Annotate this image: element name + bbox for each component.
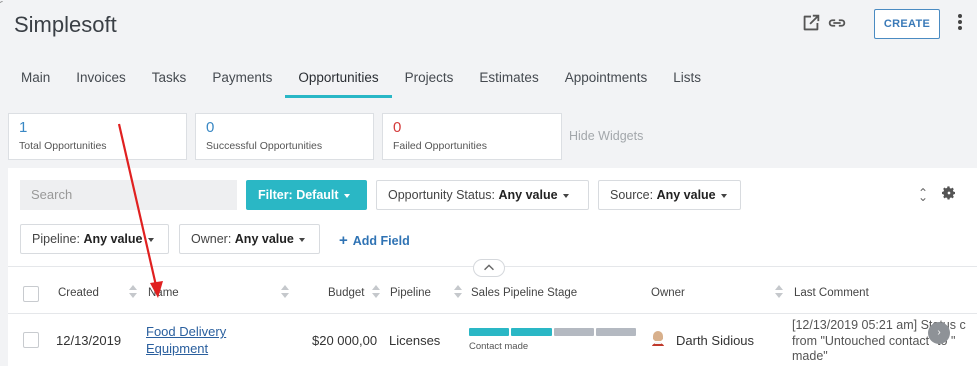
column-owner[interactable]: Owner <box>651 287 685 299</box>
sort-icon[interactable] <box>129 285 137 299</box>
opportunity-name-line1: Food Delivery <box>146 324 227 339</box>
page-header: ◜ Simplesoft CREATE Main Invoices Tasks … <box>0 0 977 118</box>
stage-segment[interactable] <box>553 328 594 336</box>
chevron-down-icon <box>298 237 305 242</box>
column-created[interactable]: Created <box>58 287 99 299</box>
widget-successful-value: 0 <box>206 119 215 136</box>
tab-main[interactable]: Main <box>8 66 63 98</box>
tab-tasks[interactable]: Tasks <box>139 66 200 98</box>
cell-budget: $20 000,00 <box>312 333 378 348</box>
widget-successful-opportunities[interactable]: 0 Successful Opportunities <box>195 113 374 160</box>
column-budget[interactable]: Budget <box>328 287 364 299</box>
column-pipeline[interactable]: Pipeline <box>390 287 431 299</box>
column-name[interactable]: Name <box>148 287 179 299</box>
stage-segment[interactable] <box>511 328 552 336</box>
pipeline-stage-bar[interactable] <box>469 328 636 336</box>
more-vert-icon[interactable] <box>955 14 965 34</box>
tab-opportunities[interactable]: Opportunities <box>285 66 392 98</box>
filter-button-label: Filter: Default <box>258 188 339 202</box>
owner-dropdown[interactable]: Owner: Any value <box>179 224 320 254</box>
column-sales-pipeline-stage[interactable]: Sales Pipeline Stage <box>471 287 577 299</box>
widget-total-value: 1 <box>19 119 28 136</box>
stage-segment[interactable] <box>469 328 510 336</box>
source-filter-value: Any value <box>656 188 716 202</box>
table-header: Created Name Budget Pipeline Sales Pipel… <box>8 276 977 314</box>
create-button[interactable]: CREATE <box>874 9 940 39</box>
cell-pipeline: Licenses <box>389 333 441 348</box>
tab-invoices[interactable]: Invoices <box>63 66 139 98</box>
owner-filter-label: Owner: <box>191 232 232 246</box>
avatar <box>652 331 664 346</box>
filter-default-button[interactable]: Filter: Default <box>246 180 367 210</box>
widget-successful-label: Successful Opportunities <box>206 140 323 152</box>
corner-icon: ◜ <box>0 0 3 12</box>
widget-failed-label: Failed Opportunities <box>393 140 487 152</box>
tab-estimates[interactable]: Estimates <box>466 66 551 98</box>
sort-icon[interactable] <box>372 285 380 299</box>
sort-icon[interactable] <box>454 285 462 299</box>
sort-icon[interactable] <box>281 285 289 299</box>
row-checkbox[interactable] <box>23 332 39 348</box>
hide-widgets-link[interactable]: Hide Widgets <box>569 129 643 143</box>
widget-total-label: Total Opportunities <box>19 140 107 152</box>
select-all-checkbox[interactable] <box>23 286 39 302</box>
tab-bar: Main Invoices Tasks Payments Opportuniti… <box>8 66 714 100</box>
gear-icon[interactable] <box>941 185 957 201</box>
collapse-icon[interactable]: ⌃ ⌄ <box>918 186 928 214</box>
source-filter-label: Source: <box>610 188 654 202</box>
column-last-comment[interactable]: Last Comment <box>794 287 869 299</box>
opportunity-name-line2: Equipment <box>146 341 209 356</box>
status-filter-value: Any value <box>498 188 558 202</box>
owner-filter-value: Any value <box>234 232 294 246</box>
page-title: Simplesoft <box>14 12 117 37</box>
chevron-down-icon <box>720 193 727 198</box>
opportunity-name-link[interactable]: Food Delivery Equipment <box>146 323 226 357</box>
pipeline-filter-label: Pipeline: <box>32 232 80 246</box>
cell-last-comment: [12/13/2019 05:21 am] Status c from "Unt… <box>792 318 977 365</box>
tab-projects[interactable]: Projects <box>392 66 467 98</box>
add-field-label: Add Field <box>352 234 410 248</box>
widget-failed-opportunities[interactable]: 0 Failed Opportunities <box>382 113 562 160</box>
opportunities-panel: Search Filter: Default Opportunity Statu… <box>8 168 977 366</box>
widgets-row: 1 Total Opportunities 0 Successful Oppor… <box>8 113 562 160</box>
pipeline-filter-value: Any value <box>83 232 143 246</box>
cell-created: 12/13/2019 <box>56 333 122 348</box>
status-filter-label: Opportunity Status: <box>388 188 496 202</box>
stage-segment[interactable] <box>595 328 636 336</box>
add-field-button[interactable]: + Add Field <box>339 232 410 249</box>
plus-icon: + <box>339 232 348 249</box>
chevron-down-icon <box>147 237 154 242</box>
cell-owner: Darth Sidious <box>676 333 755 348</box>
tab-payments[interactable]: Payments <box>199 66 285 98</box>
widget-total-opportunities[interactable]: 1 Total Opportunities <box>8 113 187 160</box>
tab-lists[interactable]: Lists <box>660 66 714 98</box>
chevron-down-icon <box>343 193 350 198</box>
scroll-right-icon[interactable]: › <box>928 322 950 344</box>
sort-icon[interactable] <box>775 285 783 299</box>
link-icon[interactable] <box>826 12 848 34</box>
comment-line3: made" <box>792 349 828 363</box>
open-external-icon[interactable] <box>800 12 822 34</box>
stage-label: Contact made <box>469 341 529 352</box>
chevron-up-icon[interactable] <box>473 259 505 277</box>
chevron-down-icon <box>562 193 569 198</box>
widget-failed-value: 0 <box>393 119 402 136</box>
table-row[interactable]: 12/13/2019 Food Delivery Equipment $20 0… <box>8 315 977 366</box>
pipeline-dropdown[interactable]: Pipeline: Any value <box>20 224 169 254</box>
source-dropdown[interactable]: Source: Any value <box>598 180 741 210</box>
search-input[interactable]: Search <box>20 180 237 210</box>
opportunity-status-dropdown[interactable]: Opportunity Status: Any value <box>376 180 589 210</box>
tab-appointments[interactable]: Appointments <box>552 66 661 98</box>
